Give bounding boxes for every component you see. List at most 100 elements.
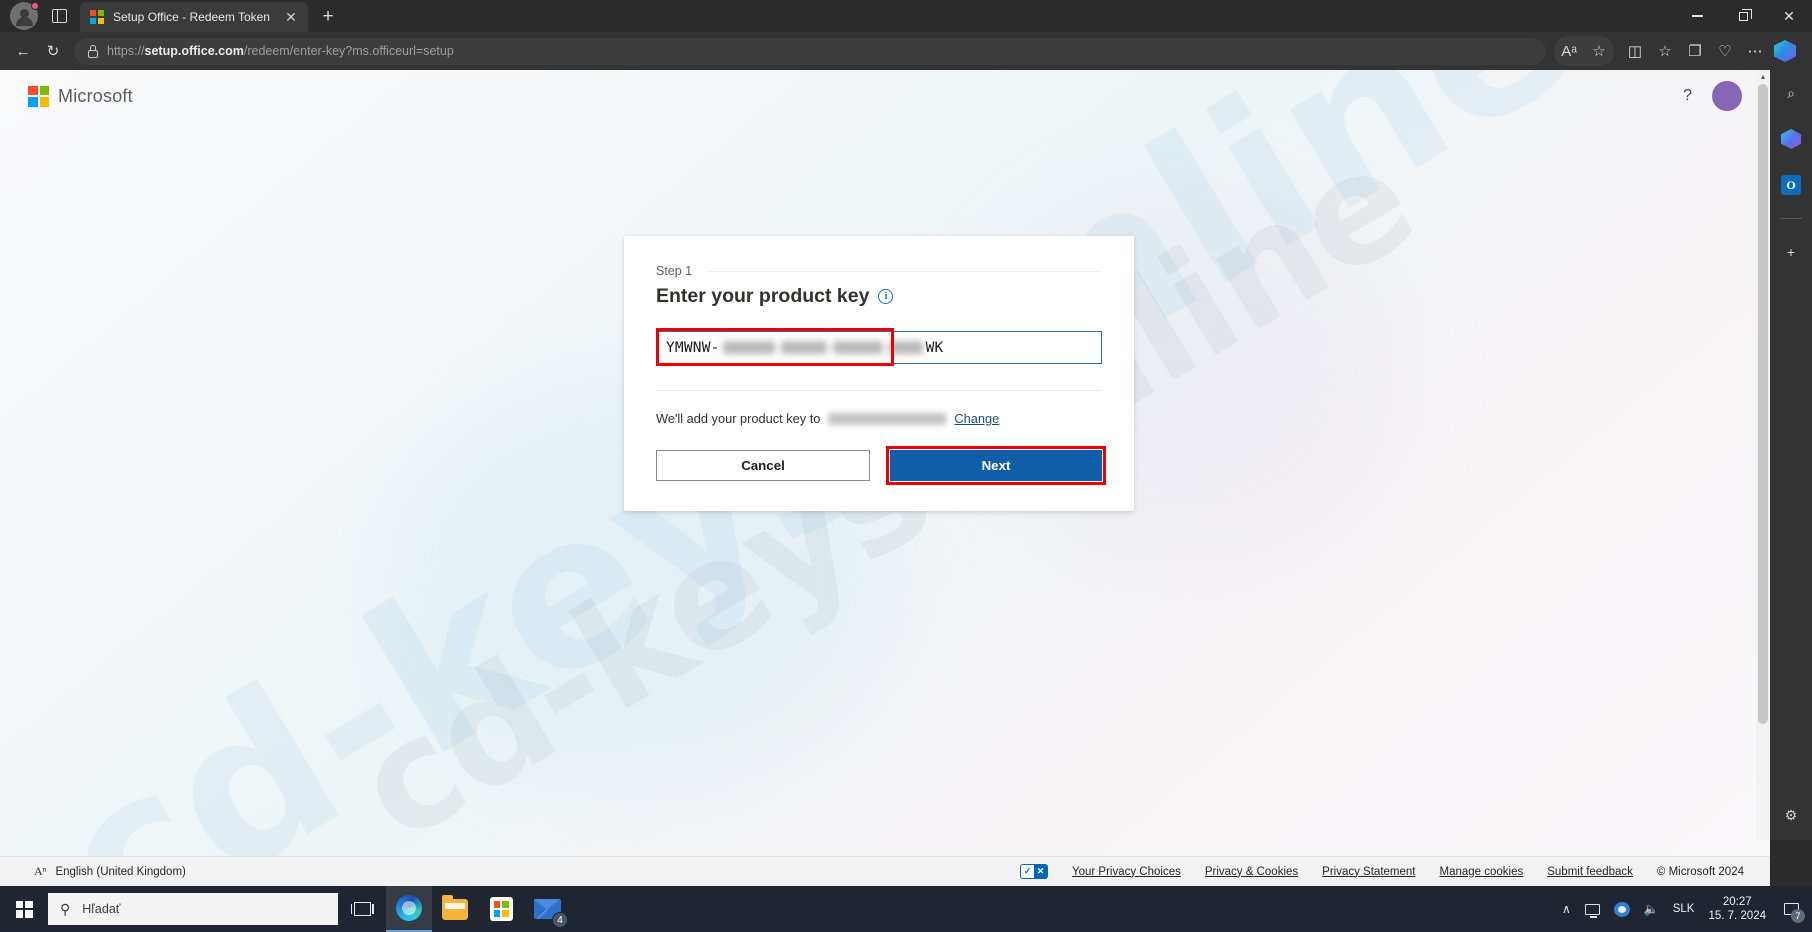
product-key-masked-2 (780, 341, 827, 354)
scrollbar-thumb[interactable] (1758, 84, 1768, 724)
keyboard-layout-label[interactable]: SLK (1673, 903, 1695, 915)
product-key-masked-3 (832, 341, 883, 354)
language-label: English (United Kingdom) (55, 865, 186, 878)
language-selector[interactable]: Aⁿ English (United Kingdom) (34, 864, 186, 879)
avatar[interactable] (1712, 81, 1742, 111)
sidebar-outlook-icon[interactable]: O (1778, 172, 1804, 198)
taskbar-mail[interactable]: 4 (524, 886, 570, 932)
toolbar-actions: Aᵃ ☆ ◫ ☆ ❐ ♡ ⋯ (1554, 36, 1804, 66)
close-window-button[interactable]: ✕ (1766, 0, 1812, 32)
onedrive-icon[interactable] (1613, 901, 1630, 917)
sidebar-add-icon[interactable]: + (1778, 239, 1804, 265)
your-privacy-choices-link[interactable]: Your Privacy Choices (1072, 866, 1181, 878)
card-divider (656, 390, 1102, 391)
translate-icon: Aⁿ (34, 864, 47, 878)
system-tray: ∧ 🔈 SLK 20:27 15. 7. 2024 7 (1562, 895, 1812, 923)
help-icon[interactable]: ? (1683, 87, 1692, 105)
next-button[interactable]: Next (890, 450, 1102, 481)
copilot-icon[interactable] (1774, 40, 1796, 62)
restore-button[interactable] (1720, 0, 1766, 32)
product-key-masked-4 (888, 341, 923, 354)
privacy-x-glyph: ✕ (1033, 865, 1047, 878)
back-icon[interactable]: ← (8, 36, 38, 66)
profile-button[interactable] (10, 2, 39, 30)
product-key-field-wrap: YMWNW- WK (656, 328, 1102, 366)
favorite-star-icon[interactable]: ☆ (1584, 36, 1614, 66)
browser-window: Setup Office - Redeem Token ✕ + ✕ ← ↻ ht… (0, 0, 1812, 886)
favorites-icon[interactable]: ☆ (1650, 36, 1680, 66)
add-to-account-row: We'll add your product key to Change (656, 411, 1102, 426)
start-icon (15, 900, 33, 918)
notification-count: 7 (1791, 909, 1805, 923)
sidebar-search-icon[interactable]: ⌕ (1778, 80, 1804, 106)
copyright-text: © Microsoft 2024 (1656, 865, 1744, 878)
page-title: Enter your product key i (656, 285, 1102, 308)
split-screen-icon[interactable]: ◫ (1620, 36, 1650, 66)
clock-date: 15. 7. 2024 (1708, 910, 1766, 922)
next-button-wrap: Next (886, 446, 1106, 485)
product-key-suffix: WK (925, 339, 944, 356)
privacy-statement-link[interactable]: Privacy Statement (1322, 866, 1415, 878)
toolbar-pill-group: Aᵃ ☆ (1554, 36, 1614, 66)
search-placeholder: Hľadať (82, 902, 121, 916)
page-scrollbar[interactable]: ▲ (1756, 70, 1770, 840)
browser-essentials-icon[interactable]: ♡ (1710, 36, 1740, 66)
taskbar-search-input[interactable]: ⚲ Hľadať (48, 893, 338, 925)
step-label: Step 1 (656, 264, 693, 278)
browser-toolbar: ← ↻ https://setup.office.com/redeem/ente… (0, 32, 1812, 70)
cancel-button[interactable]: Cancel (656, 450, 870, 481)
microsoft-header: Microsoft ? (0, 70, 1770, 122)
scroll-up-icon[interactable]: ▲ (1756, 70, 1770, 84)
sidebar-divider (1780, 218, 1802, 219)
tab-strip: Setup Office - Redeem Token ✕ + ✕ (0, 0, 1812, 32)
url-text: https://setup.office.com/redeem/enter-ke… (107, 44, 454, 58)
product-key-card: Step 1 Enter your product key i YMWNW- WK (624, 236, 1134, 511)
start-button[interactable] (0, 886, 48, 932)
page-content: cd-keys.online cd-keys.online Microsoft … (0, 70, 1770, 886)
new-tab-button[interactable]: + (314, 3, 342, 31)
step-row: Step 1 (656, 264, 1102, 278)
header-actions: ? (1683, 81, 1742, 111)
microsoft-logo[interactable]: Microsoft (28, 85, 133, 107)
close-tab-icon[interactable]: ✕ (280, 6, 302, 28)
sidebar-settings-icon[interactable]: ⚙ (1778, 802, 1804, 828)
url-domain: setup.office.com (144, 44, 244, 58)
info-icon[interactable]: i (878, 289, 894, 304)
notifications-button[interactable]: 7 (1780, 898, 1805, 923)
reload-icon[interactable]: ↻ (38, 36, 68, 66)
taskbar-microsoft-store[interactable] (478, 886, 524, 932)
microsoft-store-icon (489, 897, 513, 921)
page-footer: Aⁿ English (United Kingdom) ✓ ✕ Your Pri… (0, 856, 1770, 886)
privacy-cookies-link[interactable]: Privacy & Cookies (1205, 866, 1298, 878)
windows-taskbar: ⚲ Hľadať 4 ∧ 🔈 SLK 20:27 15. 7. 2024 7 (0, 886, 1812, 932)
sidebar-copilot-icon[interactable] (1778, 126, 1804, 152)
task-view-icon (350, 902, 374, 916)
submit-feedback-link[interactable]: Submit feedback (1547, 866, 1633, 878)
brand-name: Microsoft (58, 85, 133, 106)
taskbar-file-explorer[interactable] (432, 886, 478, 932)
manage-cookies-link[interactable]: Manage cookies (1439, 866, 1523, 878)
settings-more-icon[interactable]: ⋯ (1740, 36, 1770, 66)
card-actions: Cancel Next (656, 446, 1106, 485)
tab-actions-icon[interactable] (46, 3, 72, 29)
product-key-input[interactable]: YMWNW- WK (656, 331, 1102, 364)
tray-chevron-icon[interactable]: ∧ (1562, 902, 1571, 916)
taskbar-edge[interactable] (386, 886, 432, 932)
network-monitor-icon[interactable] (1584, 903, 1600, 918)
account-email-masked (828, 412, 947, 425)
profile-status-dot (31, 2, 39, 10)
clock[interactable]: 20:27 15. 7. 2024 (1708, 895, 1766, 923)
task-view-button[interactable] (338, 886, 386, 932)
address-bar[interactable]: https://setup.office.com/redeem/enter-ke… (74, 37, 1546, 65)
window-controls: ✕ (1674, 0, 1812, 32)
search-icon: ⚲ (60, 900, 71, 917)
change-account-link[interactable]: Change (954, 411, 999, 426)
edge-sidebar: ⌕ O + ⚙ (1770, 70, 1812, 840)
privacy-choices-icon[interactable]: ✓ ✕ (1019, 864, 1048, 879)
collections-icon[interactable]: ❐ (1680, 36, 1710, 66)
volume-icon[interactable]: 🔈 (1644, 902, 1659, 916)
product-key-masked-1 (722, 341, 775, 354)
browser-tab[interactable]: Setup Office - Redeem Token ✕ (80, 2, 308, 32)
read-aloud-icon[interactable]: Aᵃ (1554, 36, 1584, 66)
minimize-button[interactable] (1674, 0, 1720, 32)
